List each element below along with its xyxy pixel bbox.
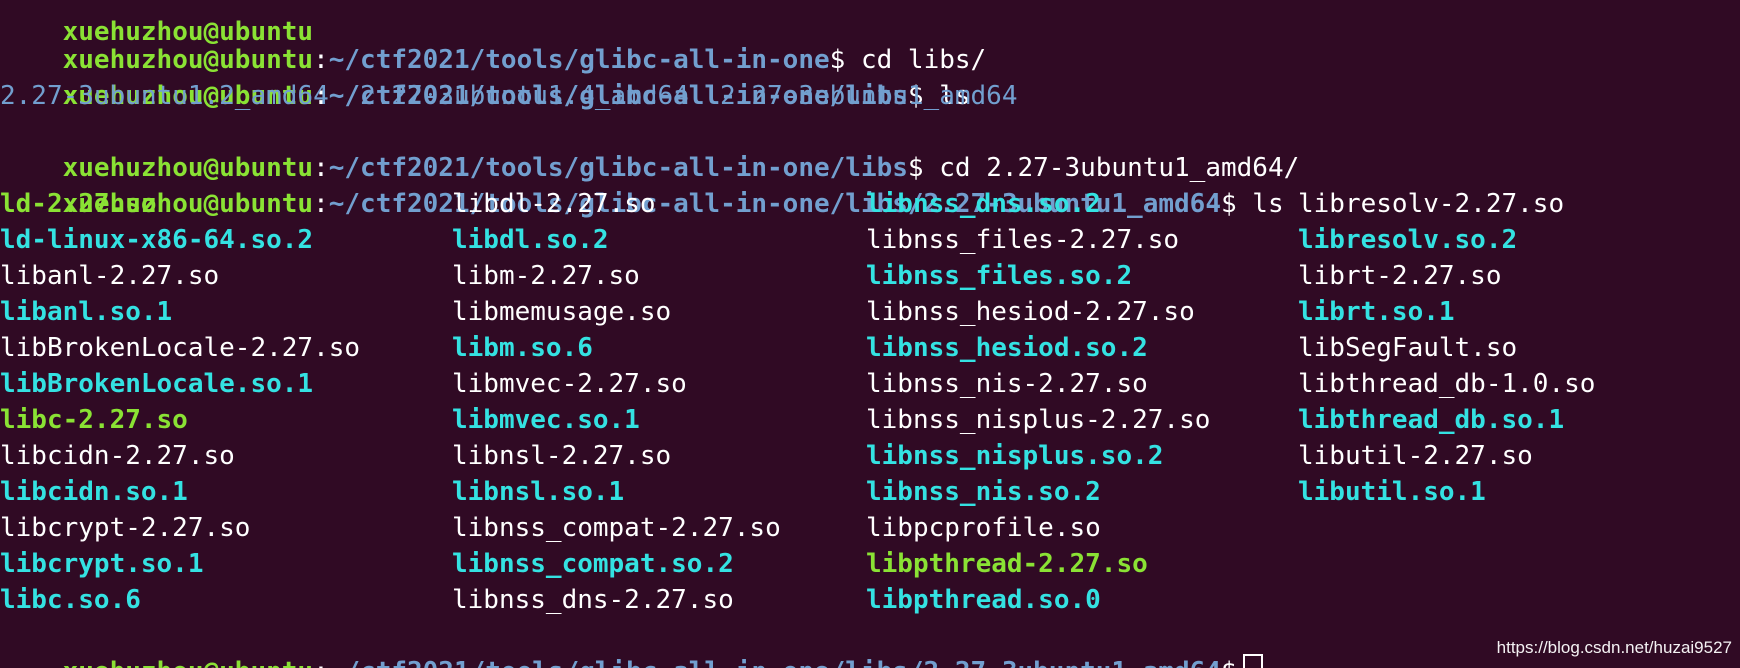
prompt-separator: :	[313, 657, 329, 668]
file-entry: libcidn.so.1	[0, 477, 188, 507]
file-entry: libmvec.so.1	[452, 405, 640, 435]
file-entry: libutil.so.1	[1298, 477, 1486, 507]
file-entry: libresolv.so.2	[1298, 225, 1518, 255]
terminal-line-cd-version: xuehuzhou@ubuntu:~/ctf2021/tools/glibc-a…	[0, 114, 1300, 183]
file-entry: libresolv-2.27.so	[1298, 189, 1565, 219]
file-entry: libc.so.6	[0, 585, 141, 615]
file-entry: libmvec-2.27.so	[452, 369, 687, 399]
file-entry: libnss_compat.so.2	[452, 549, 734, 579]
ls-output-directories: 2.27-3ubuntu1.2_amd64 2.27-3ubuntu1.4_am…	[0, 81, 1018, 111]
file-entry: libanl-2.27.so	[0, 261, 220, 291]
prompt-symbol: $	[1220, 189, 1237, 219]
file-entry: libnss_hesiod-2.27.so	[866, 297, 1195, 327]
file-entry: ld-linux-x86-64.so.2	[0, 225, 314, 255]
file-entry: libdl-2.27.so	[452, 189, 656, 219]
file-entry: libanl.so.1	[0, 297, 173, 327]
file-entry: libcidn-2.27.so	[0, 441, 235, 471]
file-entry: libnss_dns-2.27.so	[452, 585, 734, 615]
file-entry: libm-2.27.so	[452, 261, 640, 291]
file-entry: libnss_hesiod.so.2	[866, 333, 1148, 363]
file-entry: libcrypt.so.1	[0, 549, 204, 579]
file-entry: libnss_files.so.2	[866, 261, 1133, 291]
file-entry: libnss_nis-2.27.so	[866, 369, 1148, 399]
command-text: ls	[1236, 189, 1284, 219]
file-entry: libutil-2.27.so	[1298, 441, 1533, 471]
prompt-symbol: $	[1221, 657, 1237, 668]
file-entry: libnss_nisplus-2.27.so	[866, 405, 1211, 435]
terminal-line-current-prompt[interactable]: xuehuzhou@ubuntu:~/ctf2021/tools/glibc-a…	[0, 618, 1263, 668]
file-entry: libSegFault.so	[1298, 333, 1518, 363]
file-entry: libnss_compat-2.27.so	[452, 513, 781, 543]
file-entry: libnsl.so.1	[452, 477, 625, 507]
file-entry: libc-2.27.so	[0, 405, 188, 435]
file-entry: libmemusage.so	[452, 297, 672, 327]
file-entry: libBrokenLocale.so.1	[0, 369, 314, 399]
file-entry: libthread_db.so.1	[1298, 405, 1565, 435]
file-entry: libpthread.so.0	[866, 585, 1101, 615]
file-entry: libBrokenLocale-2.27.so	[0, 333, 361, 363]
file-entry: libnss_files-2.27.so	[866, 225, 1180, 255]
file-entry: librt.so.1	[1298, 297, 1455, 327]
file-entry: libnss_dns.so.2	[866, 189, 1101, 219]
file-entry: libm.so.6	[452, 333, 593, 363]
file-entry: libdl.so.2	[452, 225, 609, 255]
file-entry: librt-2.27.so	[1298, 261, 1502, 291]
watermark-url: https://blog.csdn.net/huzai9527	[1496, 638, 1732, 657]
file-entry: libnss_nisplus.so.2	[866, 441, 1164, 471]
terminal-line-cd-libs: xuehuzhou@ubuntu:~/ctf2021/tools/glibc-a…	[0, 6, 987, 75]
terminal-line-ls-version: xuehuzhou@ubuntu:~/ctf2021/tools/glibc-a…	[0, 150, 1284, 219]
terminal-line-ls: xuehuzhou@ubuntu:~/ctf2021/tools/glibc-a…	[0, 42, 971, 111]
prompt-user: xuehuzhou@ubuntu	[63, 657, 313, 668]
file-entry: libcrypt-2.27.so	[0, 513, 251, 543]
file-entry: libthread_db-1.0.so	[1298, 369, 1596, 399]
text-cursor[interactable]	[1242, 654, 1263, 668]
prompt-path: ~/ctf2021/tools/glibc-all-in-one/libs/2.…	[329, 657, 1221, 668]
prompt-separator: :	[313, 189, 329, 219]
file-entry: ld-2.27.so	[0, 189, 157, 219]
file-entry: libpcprofile.so	[866, 513, 1101, 543]
file-entry: libnsl-2.27.so	[452, 441, 672, 471]
file-entry: libpthread-2.27.so	[866, 549, 1148, 579]
file-entry: libnss_nis.so.2	[866, 477, 1101, 507]
terminal-window[interactable]: xuehuzhou@ubuntu xuehuzhou@ubuntu:~/ctf2…	[0, 0, 1740, 668]
